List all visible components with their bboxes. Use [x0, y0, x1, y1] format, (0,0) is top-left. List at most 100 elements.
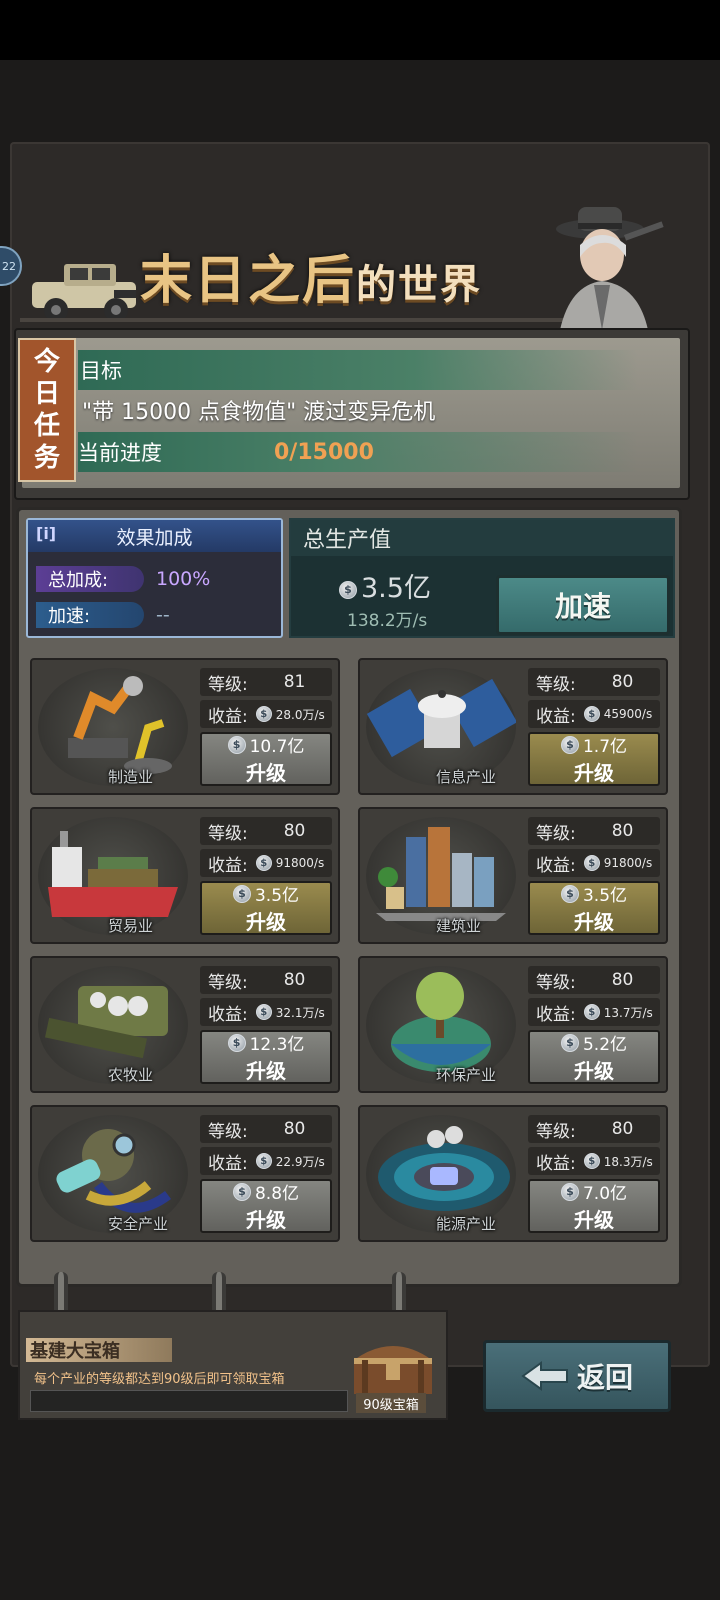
- industry-card: 建筑业 等级: 80 收益: $91800/s $3.5亿 升级: [358, 807, 668, 944]
- income-label: 收益:: [208, 1153, 248, 1174]
- truck-icon: [32, 264, 136, 322]
- level-row: 等级: 80: [200, 966, 332, 994]
- level-label: 等级:: [536, 1121, 576, 1142]
- upgrade-button[interactable]: $12.3亿 升级: [200, 1030, 332, 1084]
- upgrade-cost-row: $7.0亿: [560, 1179, 628, 1204]
- income-value-wrap: $22.9万/s: [255, 1153, 325, 1170]
- industry-name: 能源产业: [436, 1215, 497, 1233]
- speed-bonus-value: --: [156, 604, 170, 626]
- level-label: 等级:: [208, 674, 248, 695]
- game-title: 末日之后的世界: [140, 238, 482, 313]
- upgrade-button[interactable]: $3.5亿 升级: [528, 881, 660, 935]
- upgrade-cost-row: $8.8亿: [232, 1179, 299, 1204]
- income-row: 收益: $18.3万/s: [528, 1147, 660, 1175]
- income-value: 22.9万/s: [275, 1154, 325, 1169]
- industry-card: 信息产业 等级: 80 收益: $45900/s $1.7亿升级: [358, 658, 668, 795]
- effect-bonus-panel: [i] 效果加成 总加成: 100% 加速: --: [26, 518, 283, 638]
- level-label: 等级:: [536, 674, 576, 695]
- level-value: 80: [611, 1119, 634, 1139]
- income-value-wrap: $32.1万/s: [255, 1004, 325, 1021]
- industry-card: 农牧业 等级: 80 收益: $32.1万/s $12.3亿 升级: [30, 956, 340, 1093]
- industry-name: 信息产业: [436, 768, 497, 786]
- banner-divider: [20, 318, 580, 322]
- production-rate: 138.2万/s: [347, 611, 428, 631]
- coin-icon: $: [255, 1004, 272, 1020]
- level-row: 等级: 80: [528, 1115, 660, 1143]
- level-value: 80: [611, 970, 634, 990]
- upgrade-button[interactable]: $3.5亿 升级: [200, 881, 332, 935]
- progress-value: 0/15000: [274, 439, 374, 465]
- coin-icon: $: [583, 855, 600, 871]
- upgrade-button[interactable]: $8.8亿升级: [200, 1179, 332, 1233]
- chest-label: 90级宝箱: [356, 1393, 426, 1413]
- goal-label: 目标: [80, 359, 122, 383]
- upgrade-label: 升级: [574, 1059, 614, 1083]
- income-row: 收益: $13.7万/s: [528, 998, 660, 1026]
- level-row: 等级: 81: [200, 668, 332, 696]
- income-value: 13.7万/s: [603, 1005, 653, 1020]
- level-row: 等级: 80: [528, 817, 660, 845]
- level-value: 80: [611, 672, 634, 692]
- upgrade-cost: 3.5亿: [254, 886, 300, 906]
- task-tag-char: 日: [33, 379, 60, 409]
- income-row: 收益: $28.0万/s: [200, 700, 332, 728]
- upgrade-cost-row: $1.7亿: [560, 732, 628, 757]
- progress-row: 当前进度 0/15000: [78, 432, 638, 472]
- income-value: 18.3万/s: [603, 1154, 653, 1169]
- task-tag-char: 今: [33, 347, 60, 377]
- upgrade-label: 升级: [574, 761, 614, 785]
- industry-name: 安全产业: [108, 1215, 169, 1233]
- industry-card: 制造业 等级: 81 收益: $28.0万/s $10.7亿 升级: [30, 658, 340, 795]
- income-label: 收益:: [536, 1004, 576, 1025]
- upgrade-button[interactable]: $5.2亿升级: [528, 1030, 660, 1084]
- production-value-row: $3.5亿: [339, 566, 431, 605]
- upgrade-button[interactable]: $1.7亿升级: [528, 732, 660, 786]
- upgrade-label: 升级: [246, 761, 286, 785]
- coin-icon: $: [232, 1182, 251, 1201]
- speed-up-button[interactable]: 加速: [496, 575, 670, 635]
- task-tag-char: 务: [33, 443, 60, 473]
- upgrade-cost-row: $3.5亿: [232, 881, 300, 906]
- level-value: 80: [611, 821, 634, 841]
- title-tail: 的世界: [356, 261, 483, 308]
- back-button[interactable]: 返回: [483, 1340, 671, 1412]
- upgrade-cost: 1.7亿: [582, 737, 628, 757]
- upgrade-cost: 7.0亿: [582, 1184, 628, 1204]
- industry-card: 贸易业 等级: 80 收益: $91800/s $3.5亿 升级: [30, 807, 340, 944]
- character-portrait-icon: [556, 207, 664, 330]
- coin-icon: $: [255, 855, 272, 871]
- income-value-wrap: $28.0万/s: [255, 706, 325, 723]
- income-row: 收益: $32.1万/s: [200, 998, 332, 1026]
- income-value: 45900/s: [603, 707, 653, 721]
- treasure-chest-icon[interactable]: [348, 1336, 438, 1396]
- income-row: 收益: $45900/s: [528, 700, 660, 728]
- industry-name: 环保产业: [436, 1066, 497, 1084]
- upgrade-label: 升级: [246, 1208, 286, 1232]
- coin-icon: $: [227, 735, 246, 754]
- upgrade-button[interactable]: $7.0亿 升级: [528, 1179, 660, 1233]
- info-icon[interactable]: [i]: [36, 524, 56, 543]
- income-label: 收益:: [536, 1153, 576, 1174]
- level-value: 80: [283, 1119, 306, 1139]
- upgrade-button[interactable]: $10.7亿 升级: [200, 732, 332, 786]
- upgrade-cost-row: $5.2亿: [560, 1030, 627, 1055]
- coin-icon: $: [232, 884, 251, 903]
- industry-card: 安全产业 等级: 80 收益: $22.9万/s $8.8亿 升级: [30, 1105, 340, 1242]
- income-label: 收益:: [208, 855, 248, 876]
- income-value-wrap: $91800/s: [583, 855, 652, 871]
- income-row: 收益: $91800/s: [528, 849, 660, 877]
- task-tag-char: 任: [33, 411, 60, 441]
- income-label: 收益:: [536, 855, 576, 876]
- speed-bonus-row: 加速: --: [36, 600, 276, 630]
- level-label: 等级:: [536, 823, 576, 844]
- level-row: 等级: 80: [528, 966, 660, 994]
- industry-card: 环保产业 等级: 80 收益: $13.7万/s $5.2亿升级: [358, 956, 668, 1093]
- coin-icon: $: [560, 735, 579, 754]
- income-label: 收益:: [208, 706, 248, 727]
- coin-icon: $: [583, 1153, 600, 1169]
- upgrade-label: 升级: [574, 910, 614, 934]
- production-value: 3.5亿: [361, 573, 431, 604]
- coin-icon: $: [339, 580, 357, 599]
- industry-name: 农牧业: [108, 1066, 154, 1084]
- effect-title: 效果加成: [116, 526, 193, 549]
